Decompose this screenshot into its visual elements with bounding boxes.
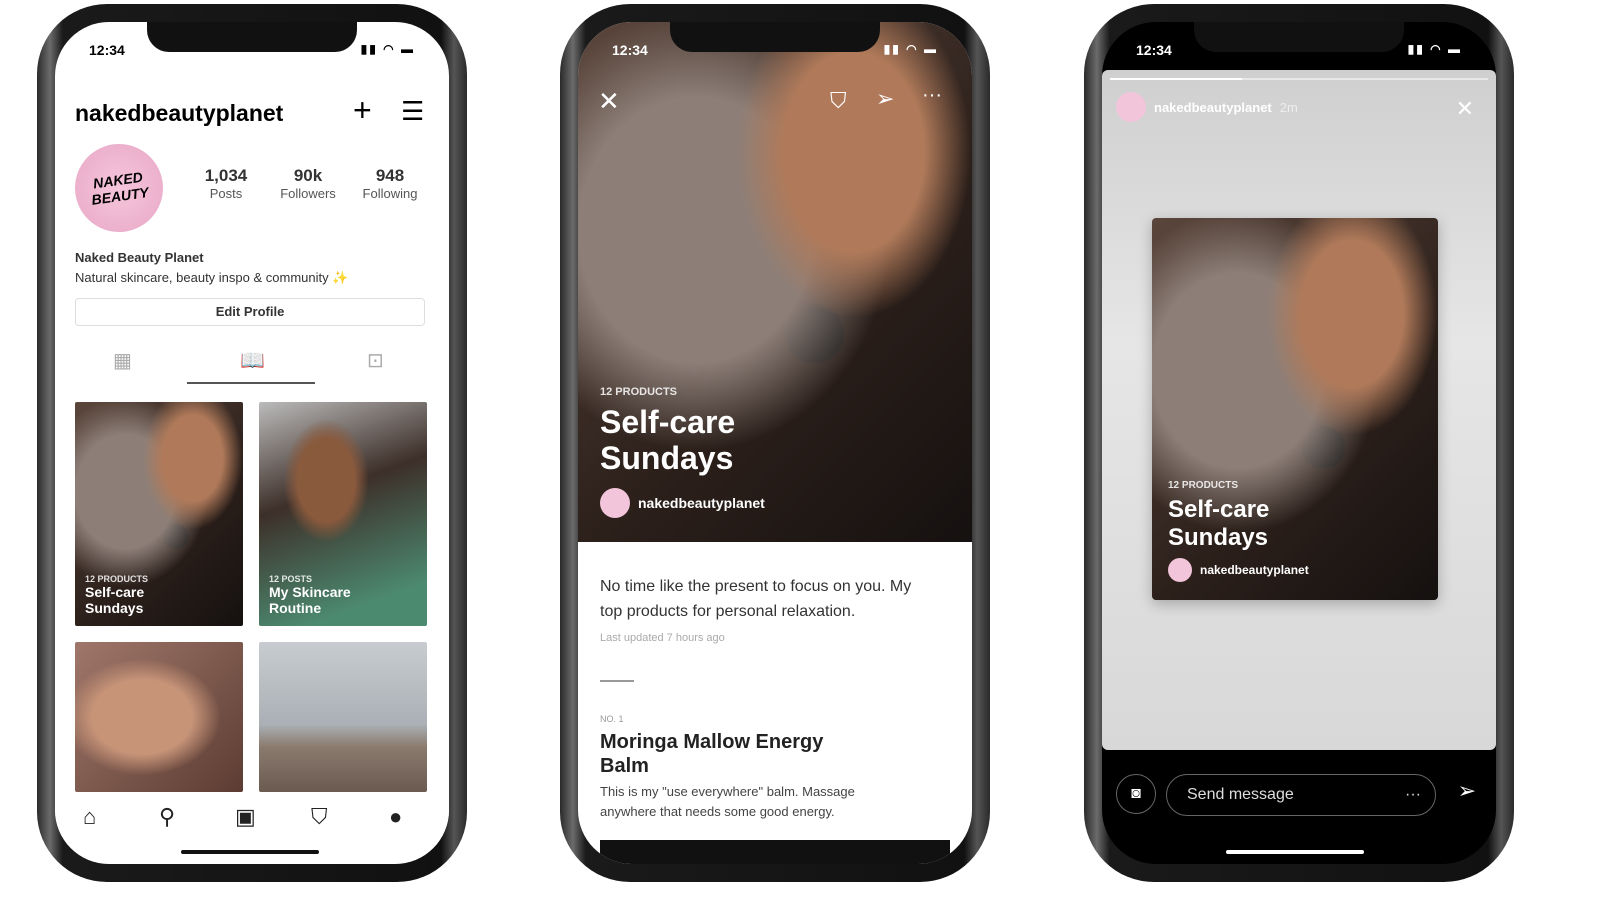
- stat-label: Posts: [209, 186, 243, 201]
- guide-title: Self-care Sundays: [85, 584, 145, 616]
- notch: [670, 22, 880, 52]
- guide-title: Self-care Sundays: [600, 404, 736, 476]
- guide-tile-self-care[interactable]: 12 PRODUCTS Self-care Sundays: [75, 402, 243, 626]
- stat-posts[interactable]: 1,034 Posts: [185, 166, 267, 201]
- guide-updated: Last updated 7 hours ago: [600, 632, 725, 644]
- close-icon[interactable]: ✕: [598, 86, 620, 117]
- status-time: 12:34: [89, 42, 125, 58]
- profile-icon[interactable]: ●: [389, 804, 402, 830]
- reels-icon[interactable]: ▣: [235, 804, 256, 830]
- item-title[interactable]: Moringa Mallow Energy Balm: [600, 730, 860, 778]
- guide-tile-makeup[interactable]: [75, 642, 243, 792]
- card-eyebrow: 12 PRODUCTS: [1168, 480, 1239, 491]
- story-progress-fill: [1110, 78, 1243, 80]
- stat-label: Following: [362, 186, 418, 201]
- phone-story: 12:34 ▮▮ ◠ ▬ nakedbeautyplanet 2m ✕ 12 PRO…: [1084, 4, 1514, 882]
- send-message-input[interactable]: Send message ···: [1166, 774, 1436, 816]
- story-avatar: [1116, 92, 1146, 122]
- stats: 1,034 Posts 90k Followers 948 Following: [185, 166, 431, 201]
- search-icon[interactable]: ⚲: [159, 804, 175, 830]
- item-number: NO. 1: [600, 714, 624, 724]
- guide-title: My Skincare Routine: [269, 584, 351, 616]
- tab-guides[interactable]: 📖: [240, 348, 265, 373]
- guide-description: No time like the present to focus on you…: [600, 578, 912, 620]
- phone-profile: 12:34 ▮▮ ◠ ▬ nakedbeautyplanet + ☰ NAKED …: [37, 4, 467, 882]
- bottom-nav: ⌂ ⚲ ▣ ⛉ ●: [55, 792, 449, 862]
- guide-tile-city[interactable]: [259, 642, 427, 792]
- avatar-logo-text: NAKED BEAUTY: [90, 168, 150, 208]
- card-author-name: nakedbeautyplanet: [1200, 563, 1309, 577]
- status-icons: ▮▮ ◠ ▬: [883, 42, 938, 56]
- home-indicator: [1226, 850, 1364, 854]
- tab-grid[interactable]: ▦: [113, 348, 132, 373]
- home-indicator: [181, 850, 319, 854]
- avatar[interactable]: NAKED BEAUTY: [69, 138, 169, 238]
- item-image-preview: [600, 840, 950, 864]
- item-text: This is my "use everywhere" balm. Massag…: [600, 784, 855, 819]
- stat-value: 90k: [293, 166, 323, 185]
- guide-eyebrow: 12 PRODUCTS: [600, 386, 678, 398]
- guide-tile-skincare[interactable]: 12 POSTS My Skincare Routine: [259, 402, 427, 626]
- profile-screen: 12:34 ▮▮ ◠ ▬ nakedbeautyplanet + ☰ NAKED …: [55, 22, 449, 864]
- card-author-avatar: [1168, 558, 1192, 582]
- author-name: nakedbeautyplanet: [638, 495, 765, 511]
- camera-button[interactable]: ◙: [1116, 774, 1156, 814]
- stat-followers[interactable]: 90k Followers: [267, 166, 349, 201]
- story-screen: 12:34 ▮▮ ◠ ▬ nakedbeautyplanet 2m ✕ 12 PRO…: [1102, 22, 1496, 864]
- add-icon[interactable]: +: [353, 92, 372, 129]
- active-tab-indicator: [187, 382, 315, 384]
- notch: [1194, 22, 1404, 52]
- home-icon[interactable]: ⌂: [83, 804, 96, 830]
- phone-guide: 12:34 ▮▮ ◠ ▬ ✕ ⛉ ➢ ··· 12 PRODUCTS Self-c…: [560, 4, 990, 882]
- guide-eyebrow: 12 PRODUCTS: [85, 574, 149, 584]
- profile-name: Naked Beauty Planet: [75, 250, 204, 265]
- message-placeholder: Send message: [1187, 786, 1294, 803]
- close-icon[interactable]: ✕: [1456, 96, 1474, 122]
- share-icon[interactable]: ➢: [876, 86, 894, 112]
- status-time: 12:34: [612, 42, 648, 58]
- story-header[interactable]: nakedbeautyplanet 2m: [1116, 92, 1298, 122]
- profile-username: nakedbeautyplanet: [75, 100, 284, 126]
- notch: [147, 22, 357, 52]
- menu-icon[interactable]: ☰: [401, 96, 424, 127]
- guide-screen: 12:34 ▮▮ ◠ ▬ ✕ ⛉ ➢ ··· 12 PRODUCTS Self-c…: [578, 22, 972, 864]
- author-avatar: [600, 488, 630, 518]
- status-icons: ▮▮ ◠ ▬: [1407, 42, 1462, 56]
- edit-profile-button[interactable]: Edit Profile: [75, 298, 425, 326]
- guide-author[interactable]: nakedbeautyplanet: [600, 488, 765, 518]
- stat-value: 948: [375, 166, 405, 185]
- shopping-bag-icon[interactable]: ⛉: [830, 88, 847, 114]
- shop-icon[interactable]: ⛉: [311, 804, 328, 830]
- card-author: nakedbeautyplanet: [1168, 558, 1309, 582]
- tab-tagged[interactable]: ⊡: [367, 348, 384, 373]
- stat-following[interactable]: 948 Following: [349, 166, 431, 201]
- more-icon[interactable]: ···: [922, 84, 942, 107]
- divider: [600, 680, 634, 682]
- stat-label: Followers: [280, 186, 336, 201]
- story-username: nakedbeautyplanet: [1154, 99, 1272, 115]
- status-time: 12:34: [1136, 42, 1172, 58]
- shared-guide-card[interactable]: 12 PRODUCTS Self-care Sundays nakedbeaut…: [1152, 218, 1438, 600]
- card-title: Self-care Sundays: [1168, 496, 1270, 551]
- more-icon[interactable]: ···: [1405, 775, 1421, 815]
- profile-bio: Natural skincare, beauty inspo & communi…: [75, 270, 349, 285]
- status-icons: ▮▮ ◠ ▬: [360, 42, 415, 56]
- story-progress-track: [1110, 78, 1488, 80]
- direct-share-icon[interactable]: ➢: [1458, 778, 1476, 804]
- story-time: 2m: [1279, 99, 1298, 115]
- stat-value: 1,034: [204, 166, 248, 185]
- guide-eyebrow: 12 POSTS: [269, 574, 313, 584]
